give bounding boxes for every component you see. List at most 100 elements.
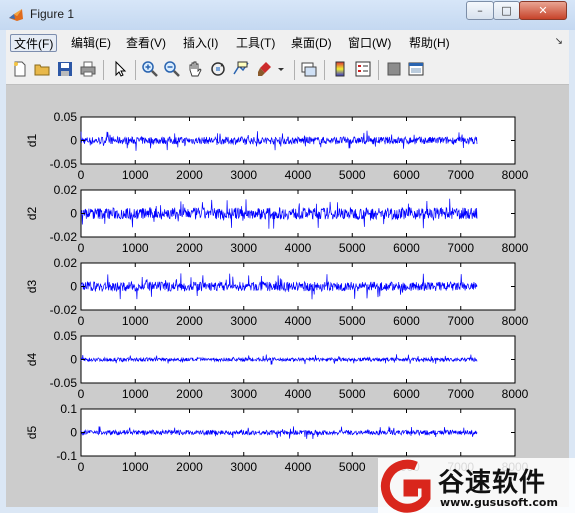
x-tick-label: 5000 <box>339 168 366 182</box>
x-tick-label: 4000 <box>285 460 312 474</box>
x-tick-label: 2000 <box>176 460 203 474</box>
x-tick-label: 4000 <box>285 387 312 401</box>
y-tick-label: -0.1 <box>56 449 77 463</box>
menu-insert[interactable]: 插入(I) <box>180 34 221 52</box>
x-tick-label: 3000 <box>230 387 257 401</box>
x-tick-label: 0 <box>78 241 85 255</box>
x-tick-label: 5000 <box>339 314 366 328</box>
pan-hand-icon[interactable] <box>186 60 204 78</box>
legend-icon[interactable] <box>354 60 372 78</box>
edit-plot-arrow-icon[interactable] <box>111 60 129 78</box>
x-tick-label: 2000 <box>176 314 203 328</box>
close-button[interactable]: ✕ <box>519 1 567 20</box>
subplot-d2[interactable]: 0.020-0.020 1000 2000 3000 4000 5000 6000 7000 8… <box>25 183 529 255</box>
x-tick-label: 8000 <box>502 241 529 255</box>
y-tick-label: 0 <box>70 134 77 148</box>
watermark-url: www.gususoft.com <box>440 496 558 509</box>
y-tick-label: 0.02 <box>54 183 78 197</box>
toolbar-separator <box>378 60 379 80</box>
y-tick-label: 0.05 <box>54 110 78 124</box>
x-tick-label: 2000 <box>176 241 203 255</box>
y-tick-label: 0 <box>70 353 77 367</box>
x-tick-label: 4000 <box>285 241 312 255</box>
y-axis-label: d3 <box>25 280 39 294</box>
menu-view[interactable]: 查看(V) <box>123 34 169 52</box>
x-tick-label: 6000 <box>393 387 420 401</box>
menu-tools[interactable]: 工具(T) <box>233 34 278 52</box>
toolbar-separator <box>324 60 325 80</box>
x-tick-label: 0 <box>78 460 85 474</box>
subplots-svg[interactable]: 0.050-0.050 1000 2000 3000 4000 5000 6000 7000 8… <box>6 85 569 507</box>
toolbar-separator <box>294 60 295 80</box>
y-axis-label: d4 <box>25 353 39 367</box>
x-tick-label: 1000 <box>122 241 149 255</box>
maximize-button[interactable]: □ <box>493 1 520 20</box>
y-axis-label: d5 <box>25 426 39 440</box>
menu-window[interactable]: 窗口(W) <box>345 34 394 52</box>
x-tick-label: 6000 <box>393 314 420 328</box>
menu-desktop[interactable]: 桌面(D) <box>288 34 335 52</box>
x-tick-label: 4000 <box>285 168 312 182</box>
x-tick-label: 1000 <box>122 460 149 474</box>
new-figure-icon[interactable] <box>11 60 29 78</box>
x-tick-label: 8000 <box>502 387 529 401</box>
save-icon[interactable] <box>56 60 74 78</box>
y-tick-label: -0.05 <box>50 157 78 171</box>
y-tick-label: -0.02 <box>50 303 78 317</box>
x-tick-label: 7000 <box>447 314 474 328</box>
window-title: Figure 1 <box>30 7 75 21</box>
y-tick-label: 0.02 <box>54 256 78 270</box>
x-tick-label: 5000 <box>339 387 366 401</box>
zoom-out-icon[interactable] <box>163 60 181 78</box>
x-tick-label: 7000 <box>447 387 474 401</box>
x-tick-label: 6000 <box>393 241 420 255</box>
x-tick-label: 3000 <box>230 168 257 182</box>
brush-dropdown-icon[interactable] <box>276 60 286 78</box>
axes-box[interactable] <box>80 262 516 311</box>
x-tick-label: 4000 <box>285 314 312 328</box>
open-file-icon[interactable] <box>33 60 51 78</box>
x-tick-label: 7000 <box>447 241 474 255</box>
watermark-brand: 谷速软件 <box>438 468 547 498</box>
toolbar-separator <box>135 60 136 80</box>
menu-file[interactable]: 文件(F) <box>10 34 58 52</box>
link-plot-icon[interactable] <box>300 60 318 78</box>
x-tick-label: 3000 <box>230 314 257 328</box>
subplot-d4[interactable]: 0.050-0.050 1000 2000 3000 4000 5000 6000 7000 8… <box>25 329 529 401</box>
rotate-3d-icon[interactable] <box>209 60 227 78</box>
y-tick-label: -0.02 <box>50 230 78 244</box>
colorbar-icon[interactable] <box>331 60 349 78</box>
x-tick-label: 1000 <box>122 168 149 182</box>
hide-plot-tools-icon[interactable] <box>385 60 403 78</box>
brush-icon[interactable] <box>256 60 274 78</box>
x-tick-label: 1000 <box>122 314 149 328</box>
toolbar <box>6 56 569 85</box>
menu-edit[interactable]: 编辑(E) <box>68 34 114 52</box>
title-bar[interactable]: Figure 1 – □ ✕ <box>0 0 575 30</box>
x-tick-label: 5000 <box>339 460 366 474</box>
y-tick-label: 0.1 <box>60 402 77 416</box>
figure-window: Figure 1 – □ ✕ 文件(F) 编辑(E) 查看(V) 插入(I) 工… <box>0 0 575 513</box>
data-cursor-icon[interactable] <box>232 60 250 78</box>
toolbar-separator <box>103 60 104 80</box>
y-tick-label: 0 <box>70 207 77 221</box>
x-tick-label: 3000 <box>230 460 257 474</box>
figure-canvas[interactable]: 0.05 0 -0.05 0 1000 2000 3000 4000 5000 6000 7000 8… <box>6 85 569 507</box>
minimize-button[interactable]: – <box>466 1 494 20</box>
menu-bar: 文件(F) 编辑(E) 查看(V) 插入(I) 工具(T) 桌面(D) 窗口(W… <box>6 30 569 56</box>
y-axis-label: d1 <box>25 134 39 148</box>
x-tick-label: 8000 <box>502 314 529 328</box>
x-tick-label: 0 <box>78 168 85 182</box>
y-tick-label: 0.05 <box>54 329 78 343</box>
menu-overflow-icon[interactable]: ↘ <box>555 36 563 47</box>
print-icon[interactable] <box>79 60 97 78</box>
zoom-in-icon[interactable] <box>141 60 159 78</box>
matlab-logo-icon <box>9 9 23 21</box>
menu-help[interactable]: 帮助(H) <box>406 34 453 52</box>
subplot-d3[interactable]: 0.020-0.020 1000 2000 3000 4000 5000 6000 7000 8… <box>25 256 529 328</box>
subplot-d1[interactable]: 0.050-0.050 1000 2000 3000 4000 5000 6000 7000 8… <box>25 110 529 182</box>
show-plot-tools-icon[interactable] <box>407 60 425 78</box>
x-tick-label: 3000 <box>230 241 257 255</box>
x-tick-label: 8000 <box>502 168 529 182</box>
y-tick-label: -0.05 <box>50 376 78 390</box>
